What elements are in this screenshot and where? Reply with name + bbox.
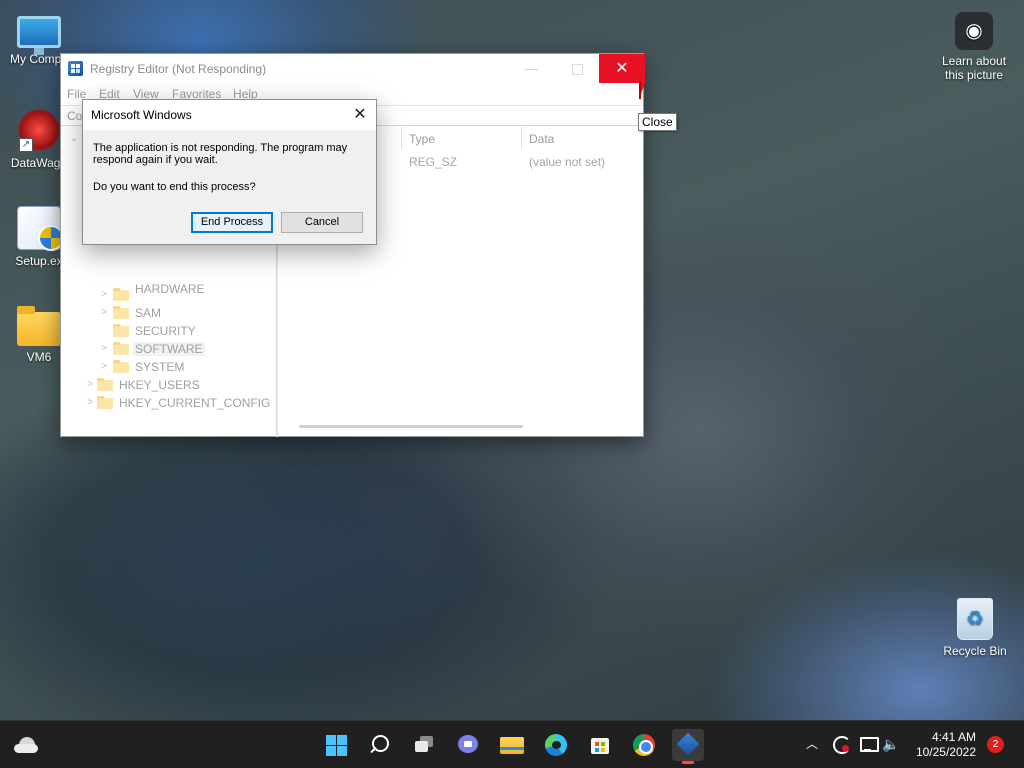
tree-item-hkey-users[interactable]: > HKEY_USERS: [85, 377, 275, 395]
folder-icon: [113, 288, 129, 301]
folder-icon: [113, 360, 129, 373]
tree-label: SAM: [135, 306, 162, 320]
tree-item-security[interactable]: SECURITY: [99, 323, 269, 341]
dialog-message-line2: respond again if you wait.: [93, 154, 218, 166]
chevron-right-icon[interactable]: >: [99, 307, 109, 318]
windows-logo-pane: [337, 735, 347, 745]
clock-time: 4:41 AM: [931, 730, 976, 744]
tree-item-hardware[interactable]: > HARDWARE: [99, 282, 269, 305]
windows-logo-pane: [326, 735, 336, 745]
value-type-cell[interactable]: REG_SZ: [409, 155, 457, 169]
window-title: Registry Editor (Not Responding): [90, 62, 267, 76]
desktop-icon-label: Recycle Bin: [943, 644, 1007, 658]
not-responding-dialog: Microsoft Windows ✕ The application is n…: [82, 99, 377, 245]
folder-icon: [97, 378, 113, 391]
tree-label: HKEY_USERS: [119, 378, 200, 392]
installer-icon: [17, 206, 64, 251]
chevron-right-icon[interactable]: >: [85, 397, 95, 408]
system-clock[interactable]: 4:41 AM 10/25/2022: [912, 730, 976, 760]
network-icon[interactable]: [857, 733, 879, 755]
chevron-down-icon: ⌄: [69, 133, 79, 144]
dialog-message-line1: The application is not responding. The p…: [93, 142, 348, 154]
horizontal-scrollbar[interactable]: [299, 425, 523, 428]
tree-label: HARDWARE: [135, 282, 205, 296]
folder-icon: [97, 396, 113, 409]
end-process-button[interactable]: End Process: [191, 212, 273, 233]
windows-logo-pane: [326, 746, 336, 756]
tree-item-hkey-current-config[interactable]: > HKEY_CURRENT_CONFIG: [85, 395, 275, 413]
recycle-bin-icon: ♻: [957, 598, 993, 640]
tree-label: SOFTWARE: [133, 342, 205, 356]
volume-icon[interactable]: 🔈: [882, 733, 904, 755]
sync-status-icon[interactable]: [830, 733, 852, 755]
maximize-button[interactable]: [554, 54, 599, 83]
spotlight-label-line1: Learn about: [941, 54, 1007, 68]
tree-item-sam[interactable]: > SAM: [99, 305, 269, 323]
tree-label: SYSTEM: [135, 360, 185, 374]
show-hidden-icons-chevron-icon[interactable]: ︿: [806, 735, 818, 752]
close-tooltip: Close: [638, 113, 677, 131]
windows-logo-pane: [337, 746, 347, 756]
dialog-message: The application is not responding. The p…: [93, 142, 365, 166]
chat-icon[interactable]: [452, 729, 484, 761]
monitor-icon: [17, 16, 61, 55]
dialog-close-button[interactable]: ✕: [344, 100, 376, 130]
registry-editor-icon: [68, 61, 83, 76]
datawagon-icon: ↗: [17, 108, 61, 152]
file-explorer-icon[interactable]: [496, 729, 528, 761]
folder-icon: [17, 306, 61, 346]
chrome-browser-icon[interactable]: [628, 729, 660, 761]
task-view-icon[interactable]: [408, 729, 440, 761]
spotlight-label-line2: this picture: [944, 68, 1004, 82]
title-bar[interactable]: Registry Editor (Not Responding) — ✕: [61, 54, 645, 83]
weather-widget-icon[interactable]: [14, 733, 40, 757]
start-button[interactable]: [320, 729, 352, 761]
chevron-right-icon[interactable]: >: [99, 289, 109, 300]
address-text: Co: [67, 109, 83, 123]
microsoft-store-icon[interactable]: [584, 729, 616, 761]
column-header-data[interactable]: Data: [529, 132, 554, 146]
folder-icon: [113, 342, 129, 355]
notification-badge[interactable]: 2: [987, 736, 1004, 753]
camera-icon: ◉: [955, 12, 993, 50]
minimize-button[interactable]: —: [509, 54, 554, 83]
tree-item-software[interactable]: > SOFTWARE: [99, 341, 269, 359]
column-separator[interactable]: [521, 127, 522, 149]
edge-browser-icon[interactable]: [540, 729, 572, 761]
value-data-cell[interactable]: (value not set): [529, 155, 605, 169]
dialog-title-bar[interactable]: Microsoft Windows ✕: [83, 100, 376, 130]
desktop-icon-recycle-bin[interactable]: ♻ Recycle Bin: [936, 598, 1014, 658]
tree-label: HKEY_CURRENT_CONFIG: [119, 396, 271, 410]
mouse-cursor-icon: [639, 81, 646, 99]
taskbar: ︿ 🔈 4:41 AM 10/25/2022 2: [0, 720, 1024, 768]
cancel-button[interactable]: Cancel: [281, 212, 363, 233]
chevron-right-icon[interactable]: >: [99, 361, 109, 372]
spotlight-learn-about-picture[interactable]: ◉ Learn about this picture: [935, 12, 1013, 82]
tree-label: SECURITY: [135, 324, 196, 338]
column-header-type[interactable]: Type: [409, 132, 435, 146]
folder-icon: [113, 306, 129, 319]
dialog-title: Microsoft Windows: [91, 108, 192, 122]
registry-editor-taskbar-icon[interactable]: [672, 729, 704, 764]
folder-icon: [113, 324, 129, 337]
tree-item-system[interactable]: > SYSTEM: [99, 359, 269, 377]
chevron-right-icon[interactable]: >: [85, 379, 95, 390]
shortcut-arrow-icon: ↗: [19, 138, 33, 152]
clock-date: 10/25/2022: [915, 745, 976, 759]
dialog-question: Do you want to end this process?: [93, 181, 256, 193]
search-icon[interactable]: [364, 729, 396, 761]
column-separator[interactable]: [401, 127, 402, 149]
chevron-right-icon[interactable]: >: [99, 343, 109, 354]
close-button[interactable]: ✕: [599, 54, 645, 83]
